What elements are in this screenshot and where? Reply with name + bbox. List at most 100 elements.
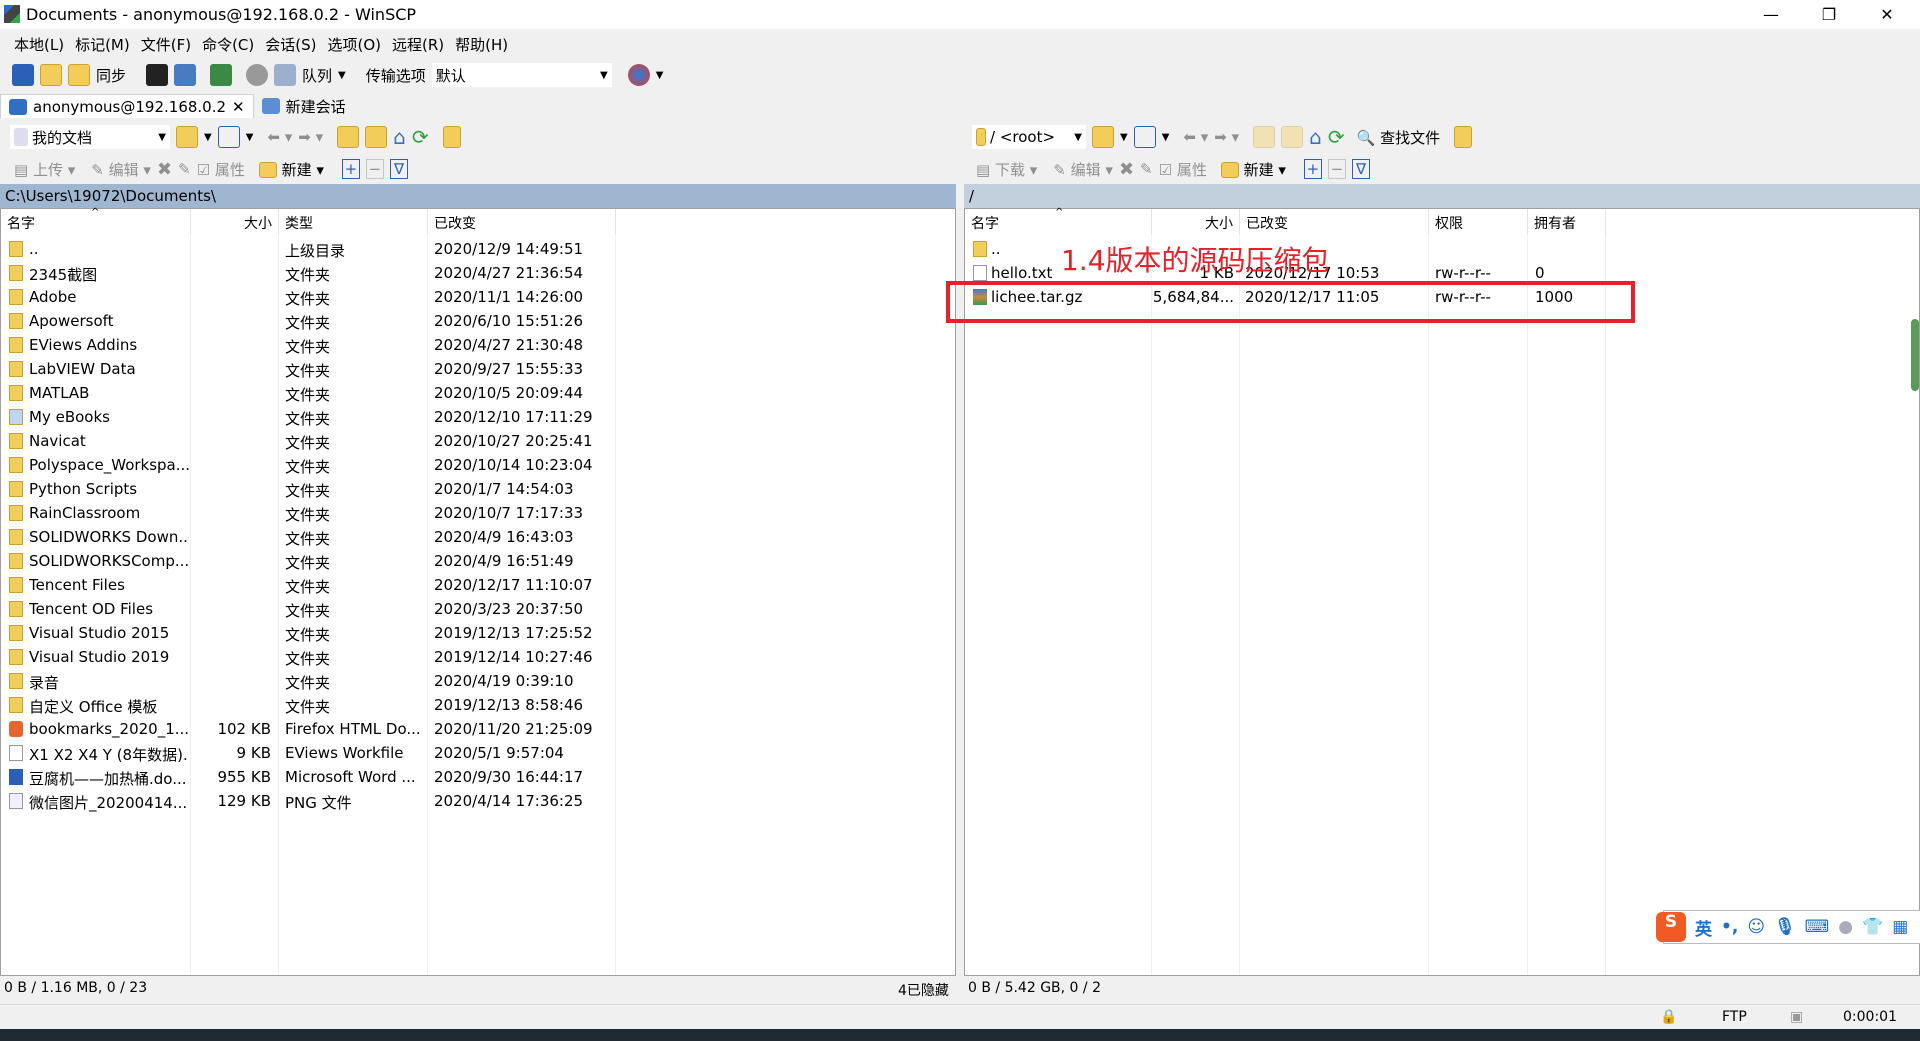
table-row[interactable]: SOLIDWORKS Down... 文件夹 2020/4/9 16:43:03	[1, 525, 955, 549]
col-changed[interactable]: 已改变	[428, 209, 616, 234]
table-row[interactable]: Visual Studio 2015 文件夹 2019/12/13 17:25:…	[1, 621, 955, 645]
scrollbar-thumb[interactable]	[1911, 319, 1919, 391]
menu-local[interactable]: 本地(L)	[14, 34, 64, 55]
user-icon[interactable]: ●	[1838, 917, 1853, 937]
left-location-select[interactable]: 我的文档 ▼	[10, 125, 170, 149]
menu-remote[interactable]: 远程(R)	[392, 34, 444, 55]
queue-dropdown-icon[interactable]: ▼	[338, 70, 346, 81]
home-icon[interactable]: ⌂	[393, 125, 406, 149]
table-row[interactable]: 2345截图 文件夹 2020/4/27 21:36:54	[1, 261, 955, 285]
sogou-logo-icon[interactable]: S	[1656, 912, 1686, 942]
table-row[interactable]: Tencent Files 文件夹 2020/12/17 11:10:07	[1, 573, 955, 597]
synchronize-icon[interactable]	[68, 64, 90, 86]
table-row[interactable]: 微信图片_20200414... 129 KB PNG 文件 2020/4/14…	[1, 789, 955, 813]
grid-menu-icon[interactable]: ▦	[1892, 917, 1908, 937]
find-files-button[interactable]: 🔍 查找文件	[1357, 127, 1440, 148]
table-row[interactable]: Apowersoft 文件夹 2020/6/10 15:51:26	[1, 309, 955, 333]
parent-dir-icon[interactable]	[1253, 126, 1276, 148]
menu-help[interactable]: 帮助(H)	[455, 34, 508, 55]
open-folder-icon[interactable]	[1092, 126, 1114, 148]
parent-dir-icon[interactable]	[337, 126, 360, 148]
select-minus-icon[interactable]: −	[365, 159, 384, 179]
menu-session[interactable]: 会话(S)	[265, 34, 316, 55]
keyboard-icon[interactable]: ⌨	[1805, 917, 1830, 937]
compare-dirs-icon[interactable]	[12, 64, 34, 86]
table-row[interactable]: Python Scripts 文件夹 2020/1/7 14:54:03	[1, 477, 955, 501]
close-tab-icon[interactable]: ✕	[232, 98, 245, 116]
new-button[interactable]: 新建 ▾	[1220, 159, 1286, 180]
terminal-icon[interactable]	[146, 64, 169, 86]
refresh-icon[interactable]: ⟳	[1328, 125, 1345, 149]
filter-icon[interactable]	[217, 126, 240, 148]
forward-icon[interactable]: ➡ ▾	[1214, 128, 1239, 146]
table-row[interactable]: RainClassroom 文件夹 2020/10/7 17:17:33	[1, 501, 955, 525]
emoji-icon[interactable]: ☺	[1747, 917, 1765, 937]
table-row[interactable]: MATLAB 文件夹 2020/10/5 20:09:44	[1, 381, 955, 405]
col-owner[interactable]: 拥有者	[1528, 209, 1606, 234]
table-row[interactable]: Adobe 文件夹 2020/11/1 14:26:00	[1, 285, 955, 309]
open-dropdown-icon[interactable]: ▼	[204, 132, 212, 143]
edit-button[interactable]: ✎ 编辑 ▾	[91, 159, 151, 180]
open-folder-icon[interactable]	[176, 126, 198, 148]
sync-button[interactable]: 同步	[96, 65, 126, 86]
col-size[interactable]: 大小	[1152, 209, 1240, 234]
transfer-options-select[interactable]: 默认 ▼	[431, 63, 612, 87]
left-hidden-count[interactable]: 4已隐藏	[898, 980, 949, 1002]
tree-icon[interactable]	[1454, 126, 1473, 148]
new-button[interactable]: 新建 ▾	[258, 159, 324, 180]
forward-icon[interactable]: ➡ ▾	[298, 128, 323, 146]
properties-button[interactable]: ☑ 属性	[197, 159, 245, 180]
open-dropdown-icon[interactable]: ▼	[1120, 132, 1128, 143]
col-size[interactable]: 大小	[191, 209, 279, 234]
tab-session[interactable]: anonymous@192.168.0.2 ✕	[0, 94, 254, 118]
table-row[interactable]: X1 X2 X4 Y (8年数据)... 9 KB EViews Workfil…	[1, 741, 955, 765]
table-row[interactable]: .. 上级目录 2020/12/9 14:49:51	[1, 237, 955, 261]
root-dir-icon[interactable]	[365, 126, 388, 148]
filter-select-icon[interactable]: ∇	[389, 159, 408, 179]
globe-dropdown-icon[interactable]: ▼	[656, 70, 664, 81]
ime-punct-toggle[interactable]: •,	[1721, 917, 1738, 937]
select-minus-icon[interactable]: −	[1327, 159, 1346, 179]
filter-dropdown-icon[interactable]: ▼	[1162, 132, 1170, 143]
table-row[interactable]: 自定义 Office 模板 文件夹 2019/12/13 8:58:46	[1, 693, 955, 717]
tab-new-session[interactable]: 新建会话	[254, 94, 354, 118]
microphone-icon[interactable]: 🎙	[1774, 917, 1796, 937]
menu-file[interactable]: 文件(F)	[141, 34, 191, 55]
restore-button[interactable]: ❐	[1800, 0, 1858, 29]
table-row[interactable]: 豆腐机——加热桶.do... 955 KB Microsoft Word ...…	[1, 765, 955, 789]
refresh-session-icon[interactable]	[210, 64, 233, 86]
table-row[interactable]: EViews Addins 文件夹 2020/4/27 21:30:48	[1, 333, 955, 357]
table-row[interactable]: 录音 文件夹 2020/4/19 0:39:10	[1, 669, 955, 693]
col-type[interactable]: 类型	[279, 209, 428, 234]
rename-icon[interactable]: ✎	[178, 160, 191, 178]
tree-icon[interactable]	[442, 126, 461, 148]
right-location-select[interactable]: / <root> ▼	[972, 125, 1086, 149]
right-path-bar[interactable]: /	[964, 184, 1920, 208]
close-button[interactable]: ✕	[1858, 0, 1916, 29]
home-icon[interactable]: ⌂	[1309, 125, 1322, 149]
table-row[interactable]: Polyspace_Workspa... 文件夹 2020/10/14 10:2…	[1, 453, 955, 477]
properties-button[interactable]: ☑ 属性	[1159, 159, 1207, 180]
col-permissions[interactable]: 权限	[1429, 209, 1528, 234]
queue-icon[interactable]	[274, 64, 297, 86]
rename-icon[interactable]: ✎	[1140, 160, 1153, 178]
ime-lang-toggle[interactable]: 英	[1695, 915, 1712, 940]
left-file-list[interactable]: 名字 大小 类型 已改变 ^ .. 上级目录 2020/12/9 14:49:5…	[0, 207, 956, 976]
table-row[interactable]: SOLIDWORKSComp... 文件夹 2020/4/9 16:51:49	[1, 549, 955, 573]
filter-select-icon[interactable]: ∇	[1351, 159, 1370, 179]
menu-options[interactable]: 选项(O)	[327, 34, 381, 55]
back-icon[interactable]: ⬅ ▾	[267, 128, 292, 146]
filter-dropdown-icon[interactable]: ▼	[246, 132, 254, 143]
gear-icon[interactable]	[246, 64, 269, 86]
globe-sync-icon[interactable]	[627, 64, 650, 86]
delete-icon[interactable]: ✖	[157, 159, 172, 180]
right-file-list[interactable]: 名字 大小 已改变 权限 拥有者 ^ .. hello.txt 1 KB 202…	[946, 207, 1920, 976]
table-row[interactable]: Tencent OD Files 文件夹 2020/3/23 20:37:50	[1, 597, 955, 621]
root-dir-icon[interactable]	[1281, 126, 1304, 148]
edit-button[interactable]: ✎ 编辑 ▾	[1053, 159, 1113, 180]
filter-icon[interactable]	[1133, 126, 1156, 148]
table-row[interactable]: LabVIEW Data 文件夹 2020/9/27 15:55:33	[1, 357, 955, 381]
col-changed[interactable]: 已改变	[1240, 209, 1429, 234]
back-icon[interactable]: ⬅ ▾	[1183, 128, 1208, 146]
refresh-icon[interactable]: ⟳	[412, 125, 429, 149]
